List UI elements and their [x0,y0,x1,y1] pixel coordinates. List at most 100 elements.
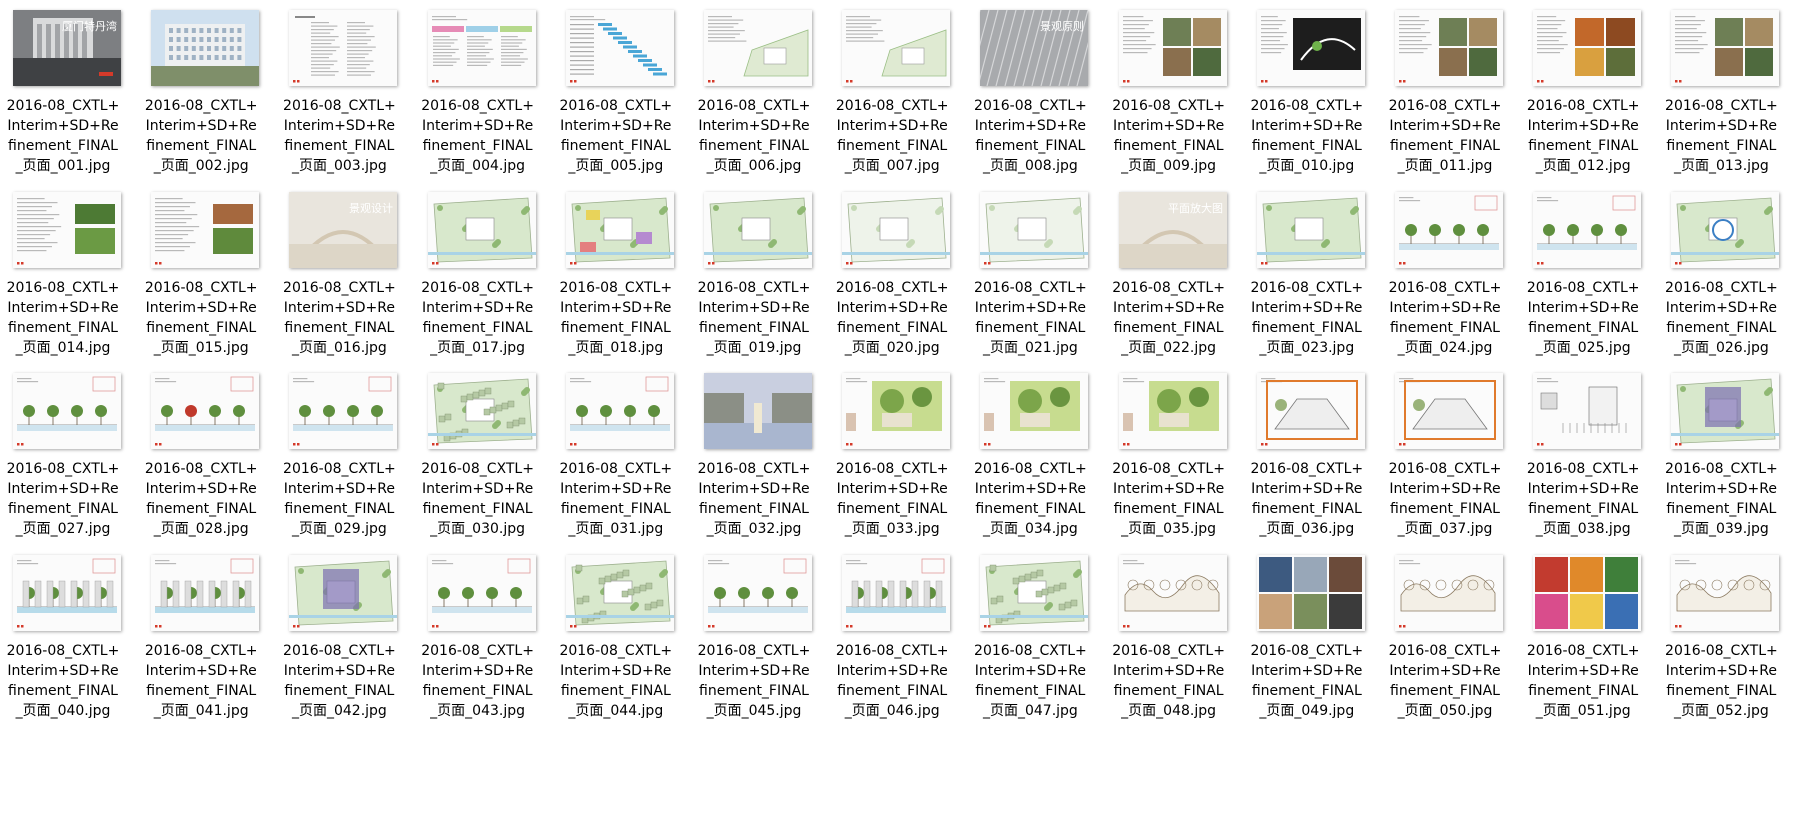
file-item[interactable]: 2016-08_CXTL+ Interim+SD+Re finement_FIN… [829,0,955,200]
image-file-icon[interactable] [1256,191,1365,268]
image-file-icon[interactable] [427,191,536,268]
file-item[interactable]: 2016-08_CXTL+ Interim+SD+Re finement_FIN… [1244,0,1370,200]
image-file-icon[interactable] [427,373,536,449]
image-file-icon[interactable]: 景观原则 [980,10,1089,86]
file-item[interactable]: 2016-08_CXTL+ Interim+SD+Re finement_FIN… [0,182,126,382]
image-file-icon[interactable] [1671,191,1780,268]
image-file-icon[interactable] [1256,554,1365,631]
file-item[interactable]: 2016-08_CXTL+ Interim+SD+Re finement_FIN… [415,363,541,563]
file-item[interactable]: 2016-08_CXTL+ Interim+SD+Re finement_FIN… [1658,182,1784,382]
image-file-icon[interactable] [1395,10,1503,86]
image-file-icon[interactable] [151,10,260,86]
file-item[interactable]: 2016-08_CXTL+ Interim+SD+Re finement_FIN… [276,0,402,200]
image-file-icon[interactable] [565,373,674,449]
file-item[interactable]: 2016-08_CXTL+ Interim+SD+Re finement_FIN… [553,182,679,382]
file-item[interactable]: 2016-08_CXTL+ Interim+SD+Re finement_FIN… [1658,363,1784,563]
image-file-icon[interactable] [1118,10,1227,86]
image-file-icon[interactable] [565,10,674,86]
image-file-icon[interactable] [980,191,1089,268]
file-item[interactable]: 2016-08_CXTL+ Interim+SD+Re finement_FIN… [415,182,541,382]
image-file-icon[interactable] [842,10,951,86]
file-item[interactable]: 2016-08_CXTL+ Interim+SD+Re finement_FIN… [829,363,955,563]
file-item[interactable]: 2016-08_CXTL+ Interim+SD+Re finement_FIN… [276,545,402,745]
file-item[interactable]: 2016-08_CXTL+ Interim+SD+Re finement_FIN… [1244,545,1370,745]
file-item[interactable]: 2016-08_CXTL+ Interim+SD+Re finement_FIN… [1382,545,1508,745]
file-item[interactable]: 2016-08_CXTL+ Interim+SD+Re finement_FIN… [829,182,955,382]
file-item[interactable]: 2016-08_CXTL+ Interim+SD+Re finement_FIN… [1106,545,1232,745]
file-item[interactable]: 2016-08_CXTL+ Interim+SD+Re finement_FIN… [967,545,1093,745]
image-file-icon[interactable] [1256,373,1365,449]
image-file-icon[interactable] [289,10,398,86]
file-item[interactable]: 平面放大图 2016-08_CXTL+ Interim+SD+Re finemen… [1106,182,1232,382]
image-file-icon[interactable] [1671,10,1780,86]
image-file-icon[interactable] [427,10,536,86]
image-file-icon[interactable] [1395,373,1503,449]
file-item[interactable]: 2016-08_CXTL+ Interim+SD+Re finement_FIN… [415,545,541,745]
image-file-icon[interactable] [151,554,260,631]
image-file-icon[interactable] [980,554,1089,631]
file-item[interactable]: 2016-08_CXTL+ Interim+SD+Re finement_FIN… [1106,0,1232,200]
image-file-icon[interactable] [1533,191,1642,268]
image-file-icon[interactable] [1671,373,1780,449]
image-file-icon[interactable] [980,373,1089,449]
file-item[interactable]: 2016-08_CXTL+ Interim+SD+Re finement_FIN… [691,182,817,382]
image-file-icon[interactable] [151,191,260,268]
image-file-icon[interactable] [1671,554,1780,631]
image-file-icon[interactable] [1533,554,1642,631]
file-item[interactable]: 2016-08_CXTL+ Interim+SD+Re finement_FIN… [967,363,1093,563]
image-file-icon[interactable]: 平面放大图 [1118,191,1227,268]
file-item[interactable]: 2016-08_CXTL+ Interim+SD+Re finement_FIN… [1382,182,1508,382]
file-item[interactable]: 2016-08_CXTL+ Interim+SD+Re finement_FIN… [138,545,264,745]
image-file-icon[interactable] [1395,191,1503,268]
image-file-icon[interactable] [13,373,121,449]
image-file-icon[interactable] [842,191,951,268]
file-item[interactable]: 2016-08_CXTL+ Interim+SD+Re finement_FIN… [1520,363,1646,563]
file-item[interactable]: 厦门特丹湾 2016-08_CXTL+ Interim+SD+Re finemen… [0,0,126,200]
image-file-icon[interactable] [151,373,260,449]
image-file-icon[interactable] [1533,373,1642,449]
image-file-icon[interactable] [842,554,951,631]
image-file-icon[interactable] [704,373,812,449]
file-item[interactable]: 2016-08_CXTL+ Interim+SD+Re finement_FIN… [1382,0,1508,200]
file-item[interactable]: 2016-08_CXTL+ Interim+SD+Re finement_FIN… [1658,545,1784,745]
image-file-icon[interactable] [1256,10,1365,86]
file-item[interactable]: 2016-08_CXTL+ Interim+SD+Re finement_FIN… [276,363,402,563]
image-file-icon[interactable] [704,191,812,268]
image-file-icon[interactable] [13,554,121,631]
file-item[interactable]: 2016-08_CXTL+ Interim+SD+Re finement_FIN… [691,363,817,563]
file-item[interactable]: 2016-08_CXTL+ Interim+SD+Re finement_FIN… [138,0,264,200]
file-item[interactable]: 2016-08_CXTL+ Interim+SD+Re finement_FIN… [1658,0,1784,200]
file-item[interactable]: 2016-08_CXTL+ Interim+SD+Re finement_FIN… [691,545,817,745]
image-file-icon[interactable] [1533,10,1642,86]
file-item[interactable]: 2016-08_CXTL+ Interim+SD+Re finement_FIN… [1520,0,1646,200]
image-file-icon[interactable] [289,554,398,631]
file-item[interactable]: 2016-08_CXTL+ Interim+SD+Re finement_FIN… [1382,363,1508,563]
image-file-icon[interactable] [842,373,951,449]
file-item[interactable]: 2016-08_CXTL+ Interim+SD+Re finement_FIN… [553,363,679,563]
image-file-icon[interactable] [565,191,674,268]
file-item[interactable]: 2016-08_CXTL+ Interim+SD+Re finement_FIN… [553,0,679,200]
file-item[interactable]: 2016-08_CXTL+ Interim+SD+Re finement_FIN… [691,0,817,200]
file-item[interactable]: 2016-08_CXTL+ Interim+SD+Re finement_FIN… [967,182,1093,382]
file-item[interactable]: 2016-08_CXTL+ Interim+SD+Re finement_FIN… [138,363,264,563]
file-item[interactable]: 2016-08_CXTL+ Interim+SD+Re finement_FIN… [829,545,955,745]
image-file-icon[interactable] [1118,373,1227,449]
image-file-icon[interactable] [704,10,812,86]
file-item[interactable]: 2016-08_CXTL+ Interim+SD+Re finement_FIN… [1520,545,1646,745]
image-file-icon[interactable] [289,373,398,449]
file-item[interactable]: 2016-08_CXTL+ Interim+SD+Re finement_FIN… [1244,182,1370,382]
image-file-icon[interactable] [1118,554,1227,631]
image-file-icon[interactable] [427,554,536,631]
file-item[interactable]: 2016-08_CXTL+ Interim+SD+Re finement_FIN… [0,363,126,563]
file-item[interactable]: 2016-08_CXTL+ Interim+SD+Re finement_FIN… [415,0,541,200]
file-item[interactable]: 2016-08_CXTL+ Interim+SD+Re finement_FIN… [1520,182,1646,382]
file-item[interactable]: 景观设计 2016-08_CXTL+ Interim+SD+Re finement… [276,182,402,382]
file-item[interactable]: 2016-08_CXTL+ Interim+SD+Re finement_FIN… [0,545,126,745]
image-file-icon[interactable] [704,554,812,631]
file-item[interactable]: 2016-08_CXTL+ Interim+SD+Re finement_FIN… [553,545,679,745]
file-item[interactable]: 景观原则 2016-08_CXTL+ Interim+SD+Re finement… [967,0,1093,200]
image-file-icon[interactable]: 厦门特丹湾 [13,10,121,86]
image-file-icon[interactable] [565,554,674,631]
image-file-icon[interactable] [1395,554,1503,631]
image-file-icon[interactable] [13,191,121,268]
